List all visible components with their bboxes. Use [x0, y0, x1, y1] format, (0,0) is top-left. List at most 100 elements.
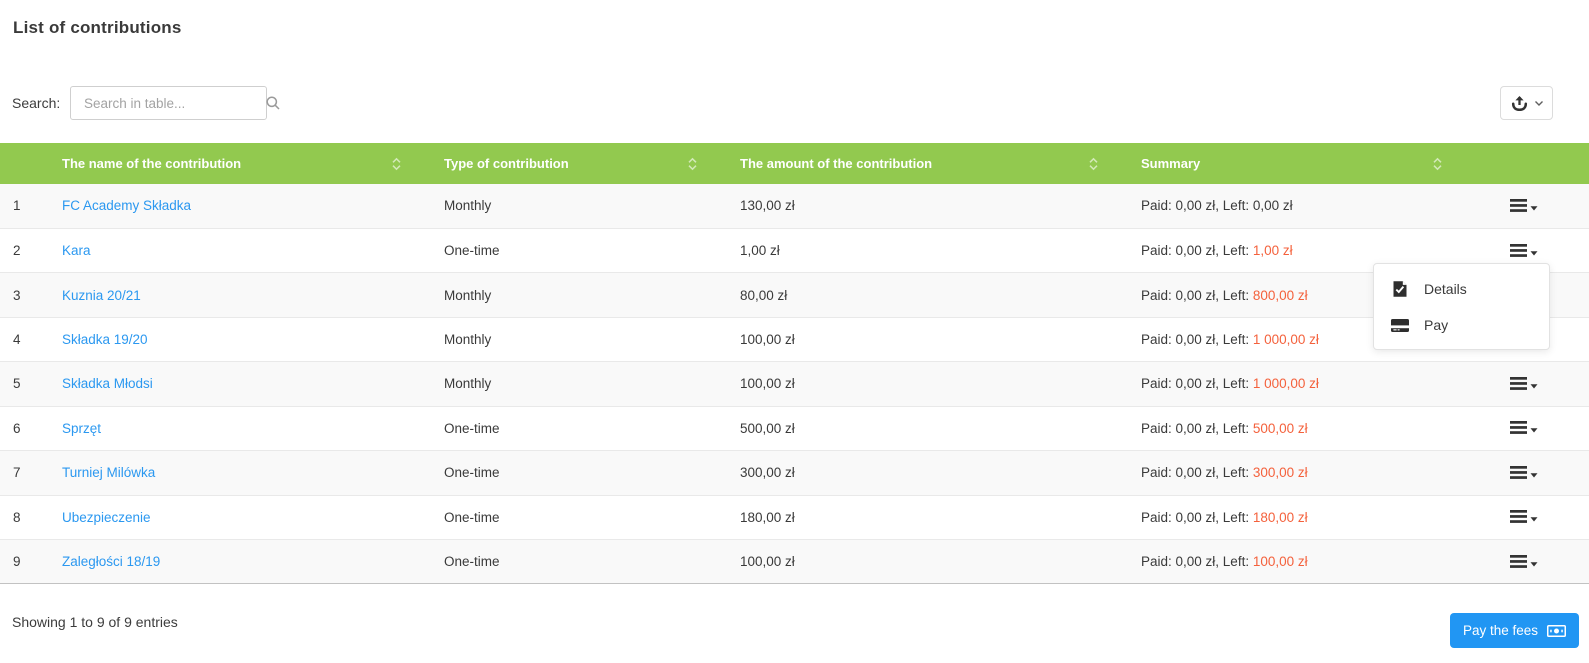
row-number: 9 — [13, 554, 21, 570]
sort-icon[interactable] — [391, 157, 402, 171]
menu-item-label: Pay — [1424, 317, 1449, 333]
table-row: 8 Ubezpieczenie One-time 180,00 zł Paid:… — [0, 495, 1589, 539]
summary-left-value: 0,00 zł — [1252, 198, 1293, 214]
summary-paid-text: Paid: 0,00 zł, Left: — [1141, 509, 1253, 525]
row-number: 4 — [13, 332, 21, 348]
table-row: 3 Kuznia 20/21 Monthly 80,00 zł Paid: 0,… — [0, 272, 1589, 318]
table-header-row: The name of the contribution Type of con… — [0, 143, 1589, 184]
column-header-type[interactable]: Type of contribution — [432, 143, 728, 184]
row-number: 6 — [13, 420, 21, 436]
contribution-amount: 500,00 zł — [740, 420, 795, 436]
contribution-amount: 100,00 zł — [740, 376, 795, 392]
row-actions-button[interactable] — [1506, 374, 1542, 393]
contribution-type: One-time — [444, 509, 500, 525]
contribution-amount: 130,00 zł — [740, 198, 795, 214]
row-actions-button[interactable] — [1506, 196, 1542, 215]
contribution-name-link[interactable]: Turniej Milówka — [62, 465, 155, 480]
actions-dropdown: Details Pay — [1373, 263, 1550, 350]
contribution-type: Monthly — [444, 332, 492, 348]
summary-cell: Paid: 0,00 zł, Left: 100,00 zł — [1129, 540, 1459, 584]
contribution-name-link[interactable]: Ubezpieczenie — [62, 510, 151, 525]
summary-cell: Paid: 0,00 zł, Left: 180,00 zł — [1129, 495, 1459, 539]
hamburger-caret-icon — [1510, 376, 1538, 394]
summary-left-value: 1 000,00 zł — [1252, 376, 1319, 392]
summary-left-value: 300,00 zł — [1252, 465, 1308, 481]
sort-icon[interactable] — [1432, 157, 1443, 171]
summary-left-value: 500,00 zł — [1252, 420, 1308, 436]
summary-paid-text: Paid: 0,00 zł, Left: — [1141, 243, 1253, 259]
contributions-table: The name of the contribution Type of con… — [0, 143, 1589, 584]
sort-icon[interactable] — [1088, 157, 1099, 171]
contribution-name-link[interactable]: Kara — [62, 243, 91, 258]
summary-paid-text: Paid: 0,00 zł, Left: — [1141, 376, 1253, 392]
row-actions-button[interactable] — [1506, 463, 1542, 482]
summary-cell: Paid: 0,00 zł, Left: 1 000,00 zł — [1129, 362, 1459, 406]
column-header-label: Type of contribution — [444, 156, 569, 171]
search-icon — [265, 95, 281, 111]
row-actions-button[interactable] — [1506, 552, 1542, 571]
hamburger-caret-icon — [1510, 554, 1538, 572]
table-row: 6 Sprzęt One-time 500,00 zł Paid: 0,00 z… — [0, 406, 1589, 450]
menu-item-pay[interactable]: Pay — [1374, 307, 1549, 343]
summary-paid-text: Paid: 0,00 zł, Left: — [1141, 332, 1253, 348]
column-header-label: Summary — [1141, 156, 1201, 171]
page-title: List of contributions — [13, 18, 182, 37]
contribution-amount: 100,00 zł — [740, 554, 795, 570]
row-number: 7 — [13, 465, 21, 481]
table-row: 4 Składka 19/20 Monthly 100,00 zł Paid: … — [0, 317, 1589, 361]
contribution-name-link[interactable]: FC Academy Składka — [62, 198, 191, 213]
hamburger-caret-icon — [1510, 510, 1538, 527]
row-number: 8 — [13, 509, 21, 525]
table-row: 2 Kara One-time 1,00 zł Paid: 0,00 zł, L… — [0, 228, 1589, 272]
row-actions-button[interactable] — [1506, 418, 1542, 437]
row-number: 1 — [13, 198, 21, 214]
search-label: Search: — [12, 95, 61, 111]
contribution-type: Monthly — [444, 287, 492, 303]
column-header-name[interactable]: The name of the contribution — [50, 143, 432, 184]
pay-fees-button[interactable]: Pay the fees — [1450, 613, 1580, 648]
chevron-down-icon — [1534, 100, 1544, 107]
search-box — [70, 86, 280, 120]
contribution-name-link[interactable]: Składka Młodsi — [62, 376, 153, 391]
table-row: 5 Składka Młodsi Monthly 100,00 zł Paid:… — [0, 361, 1589, 407]
contribution-name-link[interactable]: Sprzęt — [62, 421, 101, 436]
hamburger-caret-icon — [1510, 243, 1538, 261]
banknote-icon — [1547, 624, 1567, 637]
summary-left-value: 800,00 zł — [1252, 287, 1308, 303]
contribution-amount: 300,00 zł — [740, 465, 795, 481]
export-button[interactable] — [1500, 86, 1553, 120]
contribution-type: Monthly — [444, 198, 492, 214]
contribution-type: One-time — [444, 465, 500, 481]
table-row: 1 FC Academy Składka Monthly 130,00 zł P… — [0, 184, 1589, 229]
export-icon — [1510, 94, 1529, 112]
summary-left-value: 100,00 zł — [1252, 554, 1308, 570]
contribution-name-link[interactable]: Składka 19/20 — [62, 332, 148, 347]
summary-cell: Paid: 0,00 zł, Left: 500,00 zł — [1129, 406, 1459, 450]
row-actions-button[interactable] — [1506, 507, 1542, 526]
summary-paid-text: Paid: 0,00 zł, Left: — [1141, 465, 1253, 481]
contribution-name-link[interactable]: Zaległości 18/19 — [62, 554, 160, 569]
menu-item-details[interactable]: Details — [1374, 271, 1549, 307]
contribution-type: Monthly — [444, 376, 492, 392]
summary-paid-text: Paid: 0,00 zł, Left: — [1141, 198, 1253, 214]
contribution-name-link[interactable]: Kuznia 20/21 — [62, 288, 141, 303]
hamburger-caret-icon — [1510, 465, 1538, 483]
column-header-index — [0, 143, 50, 184]
summary-left-value: 1,00 zł — [1252, 243, 1293, 259]
column-header-summary[interactable]: Summary — [1129, 143, 1459, 184]
contribution-type: One-time — [444, 420, 500, 436]
search-input[interactable] — [71, 95, 265, 111]
pay-fees-label: Pay the fees — [1463, 623, 1539, 638]
summary-paid-text: Paid: 0,00 zł, Left: — [1141, 420, 1253, 436]
contributions-page: List of contributions Search: The name o… — [0, 0, 1589, 663]
document-check-icon — [1391, 280, 1409, 298]
row-actions-button[interactable] — [1506, 241, 1542, 260]
column-header-actions — [1459, 143, 1589, 184]
sort-icon[interactable] — [687, 157, 698, 171]
contribution-type: One-time — [444, 554, 500, 570]
column-header-amount[interactable]: The amount of the contribution — [728, 143, 1129, 184]
contribution-amount: 100,00 zł — [740, 332, 795, 348]
summary-paid-text: Paid: 0,00 zł, Left: — [1141, 554, 1253, 570]
summary-cell: Paid: 0,00 zł, Left: 0,00 zł — [1129, 184, 1459, 228]
column-header-label: The amount of the contribution — [740, 156, 933, 171]
